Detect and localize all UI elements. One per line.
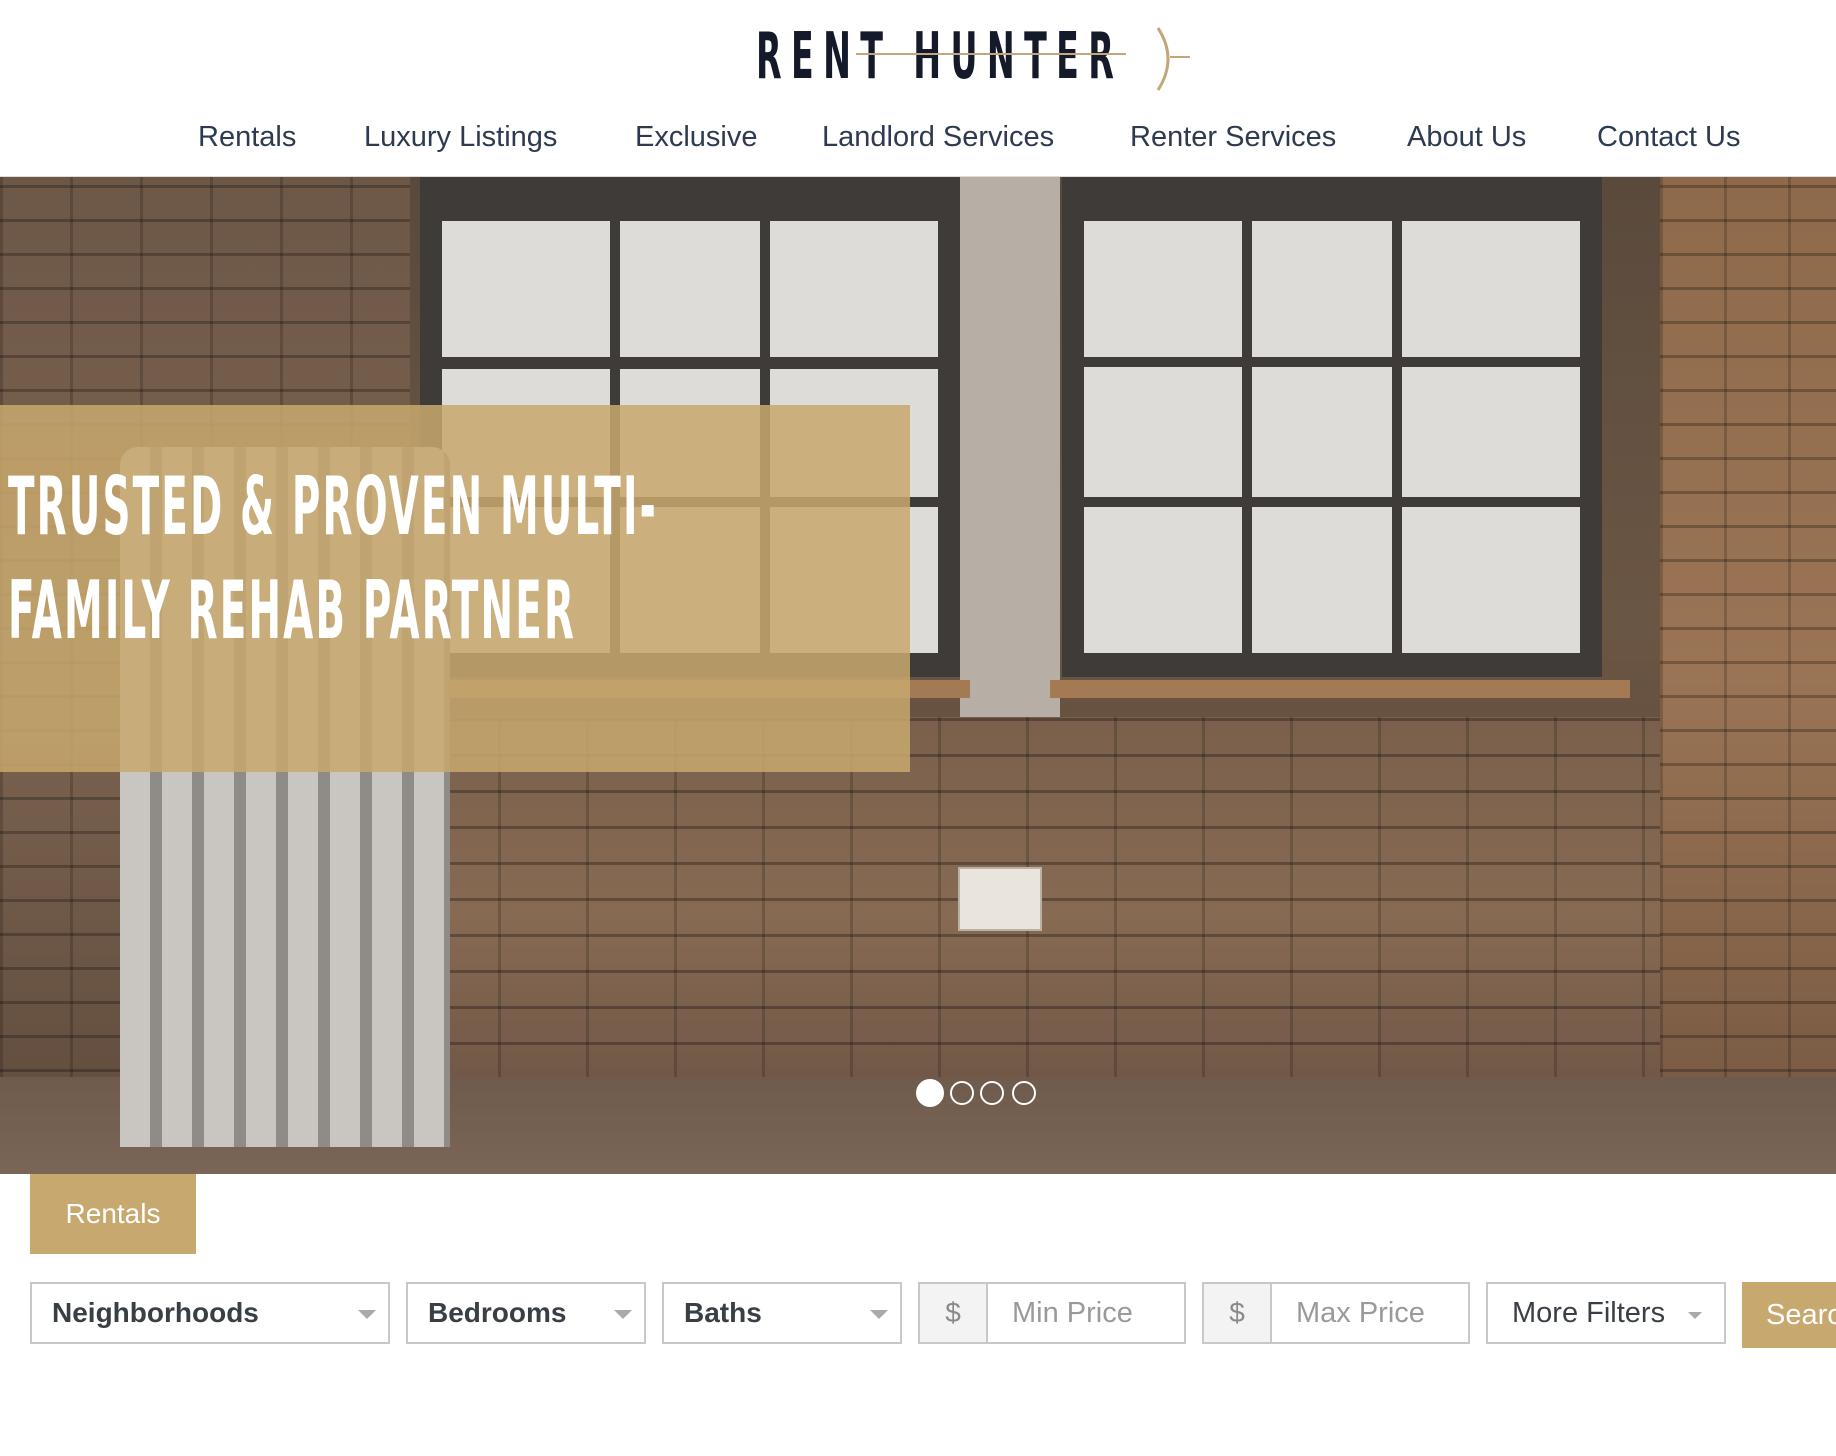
neighborhoods-select-label: Neighborhoods — [52, 1297, 259, 1328]
chevron-down-icon — [358, 1310, 376, 1319]
nav-item-rentals[interactable]: Rentals — [198, 112, 296, 162]
hero-photo-pillar — [960, 177, 1060, 717]
nav-item-landlord-services[interactable]: Landlord Services — [822, 112, 1054, 162]
slider-dot-3[interactable] — [980, 1081, 1004, 1105]
logo-arrow-icon — [1156, 27, 1190, 91]
hero-title: TRUSTED & PROVEN MULTI-FAMILY REHAB PART… — [8, 460, 658, 657]
neighborhoods-select[interactable]: Neighborhoods — [30, 1282, 390, 1344]
max-price-field: $ — [1202, 1282, 1470, 1344]
hero-photo-brick-wall-right — [1660, 177, 1836, 1174]
hero-photo-outlet — [958, 867, 1042, 931]
bedrooms-select-label: Bedrooms — [428, 1297, 567, 1328]
site-header: RENT HUNTER Rentals Luxury Listings Excl… — [0, 0, 1836, 177]
more-filters-label: More Filters — [1512, 1297, 1666, 1329]
more-filters-button[interactable]: More Filters — [1486, 1282, 1726, 1344]
min-price-field: $ — [918, 1282, 1186, 1344]
max-price-input[interactable] — [1272, 1284, 1462, 1342]
hero-banner: TRUSTED & PROVEN MULTI-FAMILY REHAB PART… — [0, 405, 910, 772]
baths-select-label: Baths — [684, 1297, 762, 1328]
chevron-down-icon — [870, 1310, 888, 1319]
slider-dot-1[interactable] — [916, 1079, 944, 1107]
hero-slider: TRUSTED & PROVEN MULTI-FAMILY REHAB PART… — [0, 177, 1836, 1174]
currency-addon: $ — [920, 1284, 988, 1342]
bedrooms-select[interactable]: Bedrooms — [406, 1282, 646, 1344]
nav-item-about-us[interactable]: About Us — [1407, 112, 1526, 162]
currency-addon: $ — [1204, 1284, 1272, 1342]
main-nav: Rentals Luxury Listings Exclusive Landlo… — [0, 112, 1836, 162]
chevron-down-icon — [1688, 1312, 1702, 1319]
nav-item-renter-services[interactable]: Renter Services — [1130, 112, 1336, 162]
slider-dot-2[interactable] — [950, 1081, 974, 1105]
nav-item-exclusive[interactable]: Exclusive — [635, 112, 758, 162]
logo-underline-stroke — [856, 53, 1126, 55]
baths-select[interactable]: Baths — [662, 1282, 902, 1344]
hero-photo-window-right — [1062, 177, 1602, 677]
nav-item-contact-us[interactable]: Contact Us — [1597, 112, 1740, 162]
min-price-input[interactable] — [988, 1284, 1178, 1342]
slider-dot-4[interactable] — [1012, 1081, 1036, 1105]
tab-rentals[interactable]: Rentals — [30, 1174, 196, 1254]
logo-wordmark: RENT HUNTER — [756, 20, 1124, 94]
site-logo[interactable]: RENT HUNTER — [756, 22, 1196, 92]
search-button[interactable]: Search — [1742, 1282, 1836, 1348]
chevron-down-icon — [614, 1310, 632, 1319]
nav-item-luxury-listings[interactable]: Luxury Listings — [364, 112, 557, 162]
